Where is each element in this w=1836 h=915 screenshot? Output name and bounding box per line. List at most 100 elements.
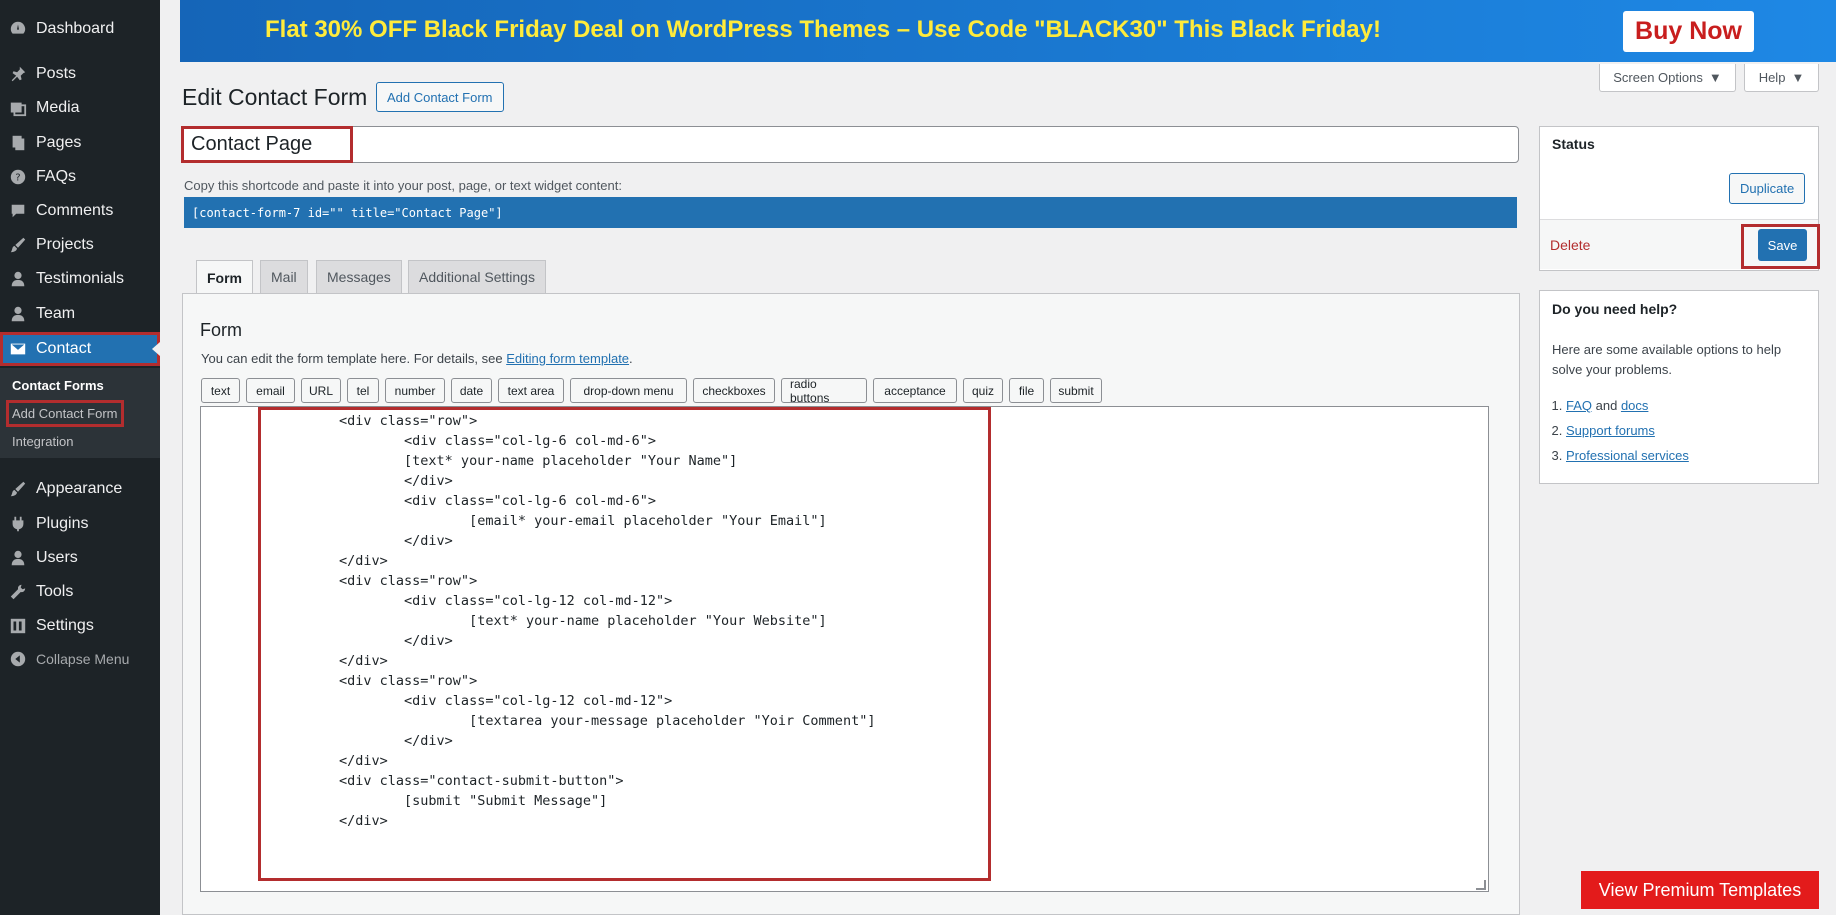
sidebar-item-settings[interactable]: Settings (0, 609, 160, 643)
sidebar-item-label: Settings (36, 617, 94, 634)
tag-button-submit[interactable]: submit (1050, 378, 1102, 403)
shortcode-hint: Copy this shortcode and paste it into yo… (184, 178, 622, 193)
collapse-icon (0, 642, 36, 676)
tag-button-date[interactable]: date (451, 378, 492, 403)
collapse-menu-button[interactable]: Collapse Menu (0, 642, 160, 676)
sidebar-item-appearance[interactable]: Appearance (0, 472, 160, 506)
faq-link[interactable]: FAQ (1566, 398, 1592, 413)
sidebar-item-label: Posts (36, 65, 77, 82)
form-template-code: <div class="row"> <div class="col-lg-6 c… (339, 413, 876, 829)
question-icon: ? (0, 160, 36, 194)
tag-button-tel[interactable]: tel (347, 378, 379, 403)
help-list-item: FAQ and docs (1566, 393, 1689, 418)
tag-button-email[interactable]: email (246, 378, 295, 403)
sidebar-item-faqs[interactable]: ? FAQs (0, 160, 160, 194)
page-title: Edit Contact Form (182, 84, 368, 110)
support-forums-link[interactable]: Support forums (1566, 423, 1655, 438)
save-button[interactable]: Save (1758, 229, 1807, 261)
delete-link[interactable]: Delete (1550, 237, 1590, 253)
screen-options-button[interactable]: Screen Options ▼ (1599, 64, 1736, 92)
pin-icon (0, 57, 36, 91)
sidebar-item-label: Team (36, 305, 76, 322)
editing-form-template-link[interactable]: Editing form template (506, 351, 629, 366)
tag-button-file[interactable]: file (1009, 378, 1044, 403)
plug-icon (0, 507, 36, 541)
form-title-value: Contact Page (191, 133, 313, 155)
comment-icon (0, 194, 36, 228)
wrench-icon (0, 575, 36, 609)
sidebar-item-label: Projects (36, 236, 94, 253)
duplicate-button[interactable]: Duplicate (1729, 173, 1806, 204)
sidebar-item-label: Dashboard (36, 20, 115, 37)
caret-down-icon: ▼ (1708, 70, 1722, 85)
desc-prefix: You can edit the form template here. For… (201, 351, 507, 366)
sidebar-item-dashboard[interactable]: Dashboard (0, 12, 160, 46)
mail-icon (0, 332, 36, 366)
user-icon (0, 297, 36, 331)
help-label: Help (1758, 70, 1786, 85)
sidebar-item-label: Testimonials (36, 270, 125, 287)
sidebar-item-media[interactable]: Media (0, 91, 160, 125)
screen-options-label: Screen Options (1613, 70, 1703, 85)
tab-form[interactable]: Form (196, 260, 253, 294)
dashboard-icon (0, 12, 36, 46)
add-contact-form-button[interactable]: Add Contact Form (376, 82, 504, 112)
user-icon (0, 541, 36, 575)
sidebar-item-label: Users (36, 549, 78, 566)
shortcode-field[interactable]: [contact-form-7 id="" title="Contact Pag… (184, 197, 1517, 228)
help-button[interactable]: Help ▼ (1744, 64, 1819, 92)
sidebar-item-users[interactable]: Users (0, 541, 160, 575)
tag-button-url[interactable]: URL (301, 378, 341, 403)
tab-additional-settings[interactable]: Additional Settings (408, 260, 546, 293)
status-heading: Status (1552, 136, 1595, 152)
resize-handle[interactable] (1476, 880, 1486, 890)
submenu-integration[interactable]: Integration (12, 434, 73, 449)
form-panel-heading: Form (200, 320, 242, 340)
contact-submenu: Contact Forms Add Contact Form Integrati… (0, 368, 160, 458)
form-panel-description: You can edit the form template here. For… (201, 351, 633, 366)
svg-text:?: ? (15, 173, 20, 184)
tag-button-radio[interactable]: radio buttons (781, 377, 867, 405)
docs-link[interactable]: docs (1621, 398, 1648, 413)
tag-button-checkboxes[interactable]: checkboxes (693, 378, 775, 403)
tag-button-dropdown[interactable]: drop-down menu (570, 378, 687, 403)
professional-services-link[interactable]: Professional services (1566, 448, 1689, 463)
collapse-label: Collapse Menu (36, 651, 130, 667)
promo-banner: Flat 30% OFF Black Friday Deal on WordPr… (180, 0, 1836, 62)
admin-sidebar: Dashboard Posts Media Pages ? FAQs Comme… (0, 0, 160, 915)
sidebar-item-label: Contact (36, 340, 92, 357)
help-heading: Do you need help? (1552, 301, 1678, 317)
tag-button-text[interactable]: text (201, 378, 240, 403)
tab-mail[interactable]: Mail (260, 260, 308, 293)
tag-button-acceptance[interactable]: acceptance (873, 378, 957, 403)
sidebar-item-team[interactable]: Team (0, 297, 160, 331)
promo-text: Flat 30% OFF Black Friday Deal on WordPr… (265, 16, 1381, 43)
sidebar-item-posts[interactable]: Posts (0, 57, 160, 91)
tag-button-number[interactable]: number (385, 378, 445, 403)
pages-icon (0, 126, 36, 160)
sidebar-item-testimonials[interactable]: Testimonials (0, 262, 160, 296)
submenu-add-contact-form[interactable]: Add Contact Form (6, 400, 124, 427)
sidebar-item-comments[interactable]: Comments (0, 194, 160, 228)
user-icon (0, 262, 36, 296)
sidebar-item-projects[interactable]: Projects (0, 228, 160, 262)
sidebar-item-label: FAQs (36, 168, 77, 185)
help-list-item: Professional services (1566, 443, 1689, 468)
sidebar-item-plugins[interactable]: Plugins (0, 507, 160, 541)
submenu-contact-forms[interactable]: Contact Forms (12, 378, 104, 393)
tab-messages[interactable]: Messages (316, 260, 402, 293)
buy-now-button[interactable]: Buy Now (1623, 11, 1754, 52)
view-premium-templates-button[interactable]: View Premium Templates (1581, 871, 1819, 909)
tag-button-textarea[interactable]: text area (498, 378, 564, 403)
sidebar-item-tools[interactable]: Tools (0, 575, 160, 609)
sidebar-item-label: Tools (36, 583, 74, 600)
sidebar-item-contact[interactable]: Contact (0, 332, 160, 366)
shortcode-value: [contact-form-7 id="" title="Contact Pag… (192, 205, 503, 220)
sidebar-item-label: Appearance (36, 480, 123, 497)
form-title-input[interactable] (181, 126, 1519, 163)
help-list-item: Support forums (1566, 418, 1689, 443)
sidebar-item-pages[interactable]: Pages (0, 126, 160, 160)
brush-icon (0, 472, 36, 506)
brush-icon (0, 228, 36, 262)
tag-button-quiz[interactable]: quiz (963, 378, 1003, 403)
